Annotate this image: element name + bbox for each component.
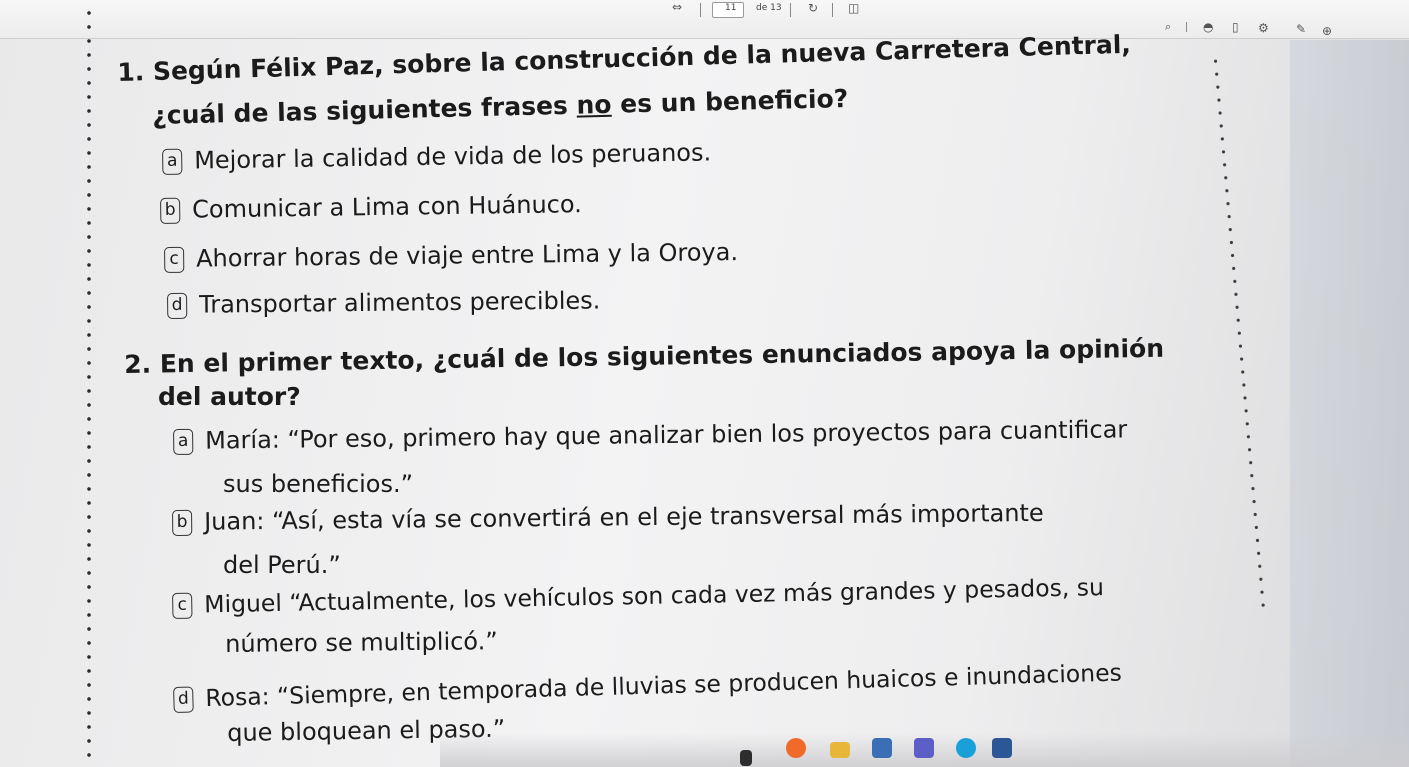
- store-icon[interactable]: [872, 738, 892, 758]
- shield-icon[interactable]: ◓: [1203, 20, 1213, 34]
- settings-icon[interactable]: ⚙: [1258, 21, 1269, 35]
- option-text: Ahorrar horas de viaje entre Lima y la O…: [195, 237, 739, 273]
- question-1-option-b[interactable]: b Comunicar a Lima con Huánuco.: [160, 190, 582, 224]
- question-2-option-b-cont: del Perú.”: [223, 551, 341, 579]
- pdf-viewer-toolbar: ⇔ 11 de 13 ↻ ◫ ⌕ ◓ ▯ ⚙ ✎ ⊕: [0, 0, 1409, 39]
- teams-icon[interactable]: [914, 738, 934, 758]
- option-letter: a: [162, 148, 183, 175]
- folder-icon[interactable]: [830, 742, 850, 758]
- left-dotted-margin: [86, 6, 92, 766]
- bookmark-icon[interactable]: ▯: [1232, 20, 1239, 34]
- option-text: Mejorar la calidad de vida de los peruan…: [193, 138, 712, 175]
- file-explorer-icon[interactable]: [740, 750, 752, 766]
- rotate-icon[interactable]: ↻: [808, 1, 818, 15]
- toolbar-separator: [700, 3, 701, 17]
- question-2-option-a-cont: sus beneficios.”: [223, 470, 414, 498]
- option-text: Miguel “Actualmente, los vehículos son c…: [203, 573, 1105, 619]
- toolbar-separator: [1186, 22, 1187, 32]
- question-2-line2: del autor?: [158, 382, 301, 411]
- edge-icon[interactable]: [956, 738, 976, 758]
- option-letter: b: [160, 197, 181, 224]
- search-icon[interactable]: ⌕: [1165, 20, 1171, 34]
- question-1-line2: ¿cuál de las siguientes frases no es un …: [152, 84, 849, 131]
- option-text: Rosa: “Siempre, en temporada de lluvias …: [204, 658, 1123, 713]
- right-dotted-margin: [1212, 54, 1267, 613]
- option-letter: d: [173, 686, 194, 713]
- fit-page-icon[interactable]: ⇔: [672, 0, 682, 14]
- question-1-option-a[interactable]: a Mejorar la calidad de vida de los perua…: [162, 138, 711, 175]
- page-number-input[interactable]: 11: [712, 2, 744, 18]
- question-2-line1: 2. En el primer texto, ¿cuál de los sigu…: [124, 333, 1165, 379]
- word-icon[interactable]: [992, 738, 1012, 758]
- question-1-text-post: es un beneficio?: [611, 83, 849, 119]
- toolbar-separator: [790, 3, 791, 17]
- option-text: Comunicar a Lima con Huánuco.: [191, 190, 582, 224]
- option-text: Transportar alimentos perecibles.: [198, 286, 601, 319]
- toolbar-separator: [832, 3, 833, 17]
- more-icon[interactable]: ⊕: [1322, 24, 1332, 38]
- question-1-text-pre: ¿cuál de las siguientes frases: [152, 90, 577, 130]
- option-text: Juan: “Así, esta vía se convertirá en el…: [203, 498, 1044, 536]
- option-text: María: “Por eso, primero hay que analiza…: [204, 415, 1128, 455]
- option-letter: b: [172, 509, 193, 536]
- question-1-option-d[interactable]: d Transportar alimentos perecibles.: [167, 286, 600, 319]
- brave-browser-icon[interactable]: [786, 738, 806, 758]
- question-1-option-c[interactable]: c Ahorrar horas de viaje entre Lima y la …: [164, 238, 738, 273]
- two-page-icon[interactable]: ◫: [848, 1, 859, 15]
- option-letter: c: [164, 246, 185, 273]
- question-2-option-b[interactable]: b Juan: “Así, esta vía se convertirá en e…: [172, 499, 1044, 536]
- page-total: de 13: [756, 3, 782, 13]
- option-letter: a: [173, 428, 194, 455]
- question-2-option-a[interactable]: a María: “Por eso, primero hay que analiz…: [173, 415, 1127, 455]
- draw-icon[interactable]: ✎: [1296, 22, 1306, 36]
- page-current: 11: [725, 3, 737, 13]
- question-2-option-d[interactable]: d Rosa: “Siempre, en temporada de lluvias…: [173, 659, 1122, 713]
- question-2-option-c-cont: número se multiplicó.”: [225, 627, 498, 658]
- option-letter: c: [172, 592, 193, 619]
- question-1-underlined-word: no: [576, 89, 612, 120]
- side-panel: [1290, 40, 1409, 767]
- question-2-option-c[interactable]: c Miguel “Actualmente, los vehículos son …: [172, 573, 1104, 619]
- option-letter: d: [167, 292, 188, 319]
